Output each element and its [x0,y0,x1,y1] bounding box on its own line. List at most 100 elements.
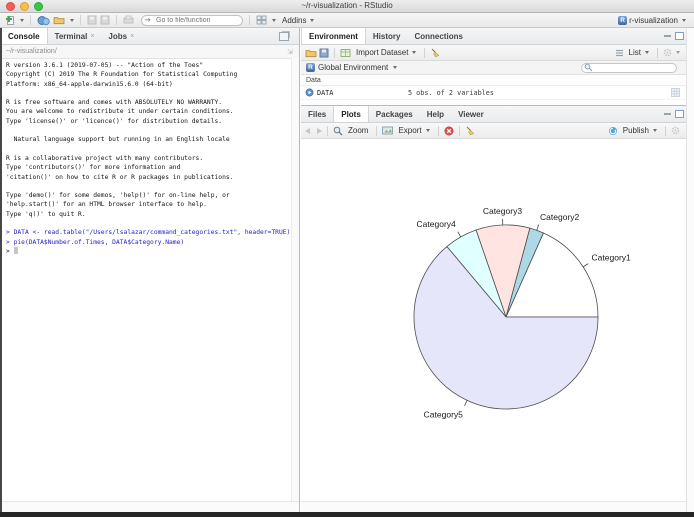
list-view-icon[interactable] [615,47,624,59]
list-view-button[interactable]: List [626,47,652,58]
maximize-panel-icon[interactable] [675,32,684,40]
refresh-gear-icon-disabled [671,125,680,137]
environment-search-input[interactable] [581,62,677,73]
console-line: R is free software and comes with ABSOLU… [6,99,223,107]
save-workspace-icon[interactable] [319,47,329,59]
pie-label-tick [536,224,540,231]
export-plot-button[interactable]: Export [395,125,432,136]
export-caret-icon [425,129,430,132]
window-right-scrollbar-strip [686,28,694,512]
console-line: Platform: x86_64-apple-darwin15.6.0 (64-… [6,80,173,88]
minimize-panel-icon[interactable] [664,35,671,37]
new-file-caret-icon[interactable] [20,18,24,22]
open-file-icon[interactable] [53,14,65,26]
goto-file-input[interactable] [141,14,243,26]
environment-object-row[interactable]: DATA 5 obs. of 2 variables [301,86,694,100]
console-working-directory: ~/r-visualization/ ⇲ [0,45,299,59]
publish-icon[interactable] [608,125,618,137]
console-line: Copyright (C) 2019 The R Foundation for … [6,71,238,79]
tab-connections[interactable]: Connections [407,28,469,44]
console-horizontal-scrollbar[interactable] [0,501,299,512]
working-directory-path[interactable]: ~/r-visualization/ [6,48,57,55]
environment-tabbar: Environment History Connections [301,28,694,45]
titlebar: ~/r-visualization - RStudio [0,0,694,13]
clear-workspace-broom-icon[interactable] [430,47,440,59]
import-dataset-icon[interactable] [340,47,351,59]
pie-label: Category4 [417,219,456,229]
plots-tabbar: Files Plots Packages Help Viewer [301,106,694,123]
pie-label: Category1 [592,252,631,262]
minimize-panel-icon[interactable] [664,113,671,115]
console-line: > pie(DATA$Number.of.Times, DATA$Categor… [6,238,185,246]
console-line: Natural language support but running in … [6,136,230,144]
plots-panel: Files Plots Packages Help Viewer Zoom Ex… [301,105,694,512]
global-environment-label[interactable]: Global Environment [318,63,388,72]
plots-horizontal-scrollbar[interactable] [301,501,694,512]
text-cursor [13,246,18,254]
console-line: 'help.start()' for an HTML browser inter… [6,201,207,209]
close-icon[interactable]: × [90,33,94,40]
maximize-panel-icon[interactable] [279,31,289,41]
tab-packages[interactable]: Packages [369,106,420,122]
console-tabbar: Console Terminal × Jobs × [0,28,299,45]
next-plot-icon-disabled [317,127,322,134]
plots-toolbar: Zoom Export Publish [301,123,694,139]
expand-object-icon[interactable] [305,87,314,99]
pie-label: Category5 [424,409,463,419]
project-name: r-visualization [629,15,678,25]
console-panel: Console Terminal × Jobs × ~/r-visualizat… [0,28,300,512]
tab-help[interactable]: Help [420,106,451,122]
panes-layout-icon[interactable] [256,14,267,26]
object-name[interactable]: DATA [317,89,333,97]
window-bottom-edge [0,512,694,517]
export-plot-icon[interactable] [382,125,394,137]
save-all-icon-disabled [100,14,110,26]
import-dataset-button[interactable]: Import Dataset [353,47,419,58]
maximize-panel-icon[interactable] [675,110,684,118]
view-data-grid-icon[interactable] [671,88,680,99]
remove-plot-icon[interactable] [444,125,454,137]
tab-terminal[interactable]: Terminal × [48,28,102,44]
refresh-caret-icon [676,51,680,54]
console-vertical-scrollbar[interactable] [291,58,299,501]
console-line: R is a collaborative project with many c… [6,154,204,162]
pie-label-tick [582,263,589,268]
rstudio-window: ~/r-visualization - RStudio ➔ Go to file… [0,0,694,517]
new-project-icon[interactable] [37,14,50,26]
resize-console-icon[interactable]: ⇲ [287,48,293,56]
scope-caret-icon[interactable] [393,66,398,69]
panes-caret-icon[interactable] [272,18,276,22]
open-recent-caret-icon[interactable] [70,18,74,22]
object-summary[interactable]: 5 obs. of 2 variables [408,89,494,97]
tab-jobs[interactable]: Jobs × [101,28,141,44]
tab-files[interactable]: Files [301,106,333,122]
data-section-header: Data [301,75,694,86]
window-left-edge [0,28,2,512]
tab-history[interactable]: History [366,28,408,44]
addins-button[interactable]: Addins [279,15,317,26]
tab-plots[interactable]: Plots [333,106,369,122]
publish-button[interactable]: Publish [620,125,660,136]
console-output[interactable]: R version 3.6.1 (2019-07-05) -- "Action … [0,58,291,501]
zoom-plot-icon[interactable] [333,125,343,137]
import-dataset-caret-icon [412,51,417,54]
clear-all-plots-broom-icon[interactable] [465,125,475,137]
load-workspace-icon[interactable] [305,47,317,59]
environment-toolbar: Import Dataset List [301,45,694,61]
new-file-icon[interactable] [5,14,15,26]
goto-file-search: ➔ [141,14,243,26]
zoom-plot-button[interactable]: Zoom [345,125,371,136]
project-selector[interactable]: R r-visualization [615,15,689,26]
console-line: Type 'demo()' for some demos, 'help()' f… [6,192,230,200]
console-line: You are welcome to redistribute it under… [6,108,234,116]
plot-area: Category1 Category2 Category3 Category4 Cate… [301,139,686,501]
tab-viewer[interactable]: Viewer [451,106,491,122]
addins-label: Addins [282,15,307,25]
tab-environment[interactable]: Environment [301,28,366,44]
close-icon[interactable]: × [130,33,134,40]
save-icon-disabled [87,14,97,26]
tab-console[interactable]: Console [0,28,48,44]
pie-label: Category2 [540,212,579,222]
